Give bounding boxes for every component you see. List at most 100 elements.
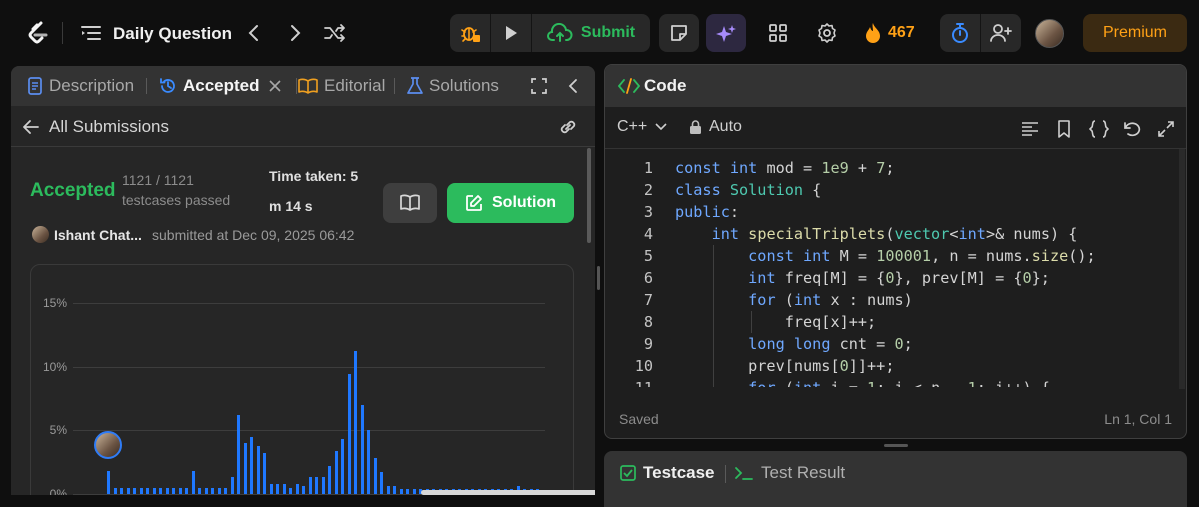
- submit-button[interactable]: Submit: [532, 14, 650, 52]
- post-solution-button[interactable]: Solution: [447, 183, 574, 223]
- runtime-bar[interactable]: [146, 487, 149, 494]
- leetcode-logo[interactable]: [24, 20, 52, 48]
- runtime-bar[interactable]: [237, 415, 240, 494]
- timer-button[interactable]: [940, 14, 980, 52]
- runtime-bar[interactable]: [321, 477, 325, 494]
- line-number: 4: [643, 225, 653, 243]
- runtime-bar[interactable]: [217, 487, 221, 494]
- runtime-bar[interactable]: [282, 483, 286, 494]
- runtime-bar[interactable]: [126, 487, 130, 494]
- arrow-left-icon[interactable]: [22, 119, 40, 135]
- tab-testcase[interactable]: Testcase: [620, 463, 715, 483]
- runtime-bar[interactable]: [334, 450, 338, 494]
- vertical-scrollbar[interactable]: [587, 148, 591, 243]
- expand-button[interactable]: [1156, 119, 1176, 139]
- bookmark-button[interactable]: [1054, 119, 1074, 139]
- problem-list-icon[interactable]: [80, 24, 102, 42]
- reset-code-button[interactable]: [1122, 119, 1142, 139]
- notes-button[interactable]: [659, 14, 699, 52]
- submitter-name[interactable]: Ishant Chat...: [54, 227, 142, 243]
- grid-icon: [769, 24, 787, 42]
- runtime-bar[interactable]: [224, 487, 227, 494]
- braces-button[interactable]: [1089, 119, 1109, 139]
- runtime-bar[interactable]: [276, 483, 279, 494]
- collapse-panel-icon[interactable]: [567, 78, 579, 94]
- run-button[interactable]: [491, 14, 531, 52]
- auto-mode-toggle[interactable]: Auto: [689, 118, 742, 136]
- runtime-bar[interactable]: [256, 445, 260, 494]
- user-avatar[interactable]: [1035, 19, 1064, 48]
- runtime-bar[interactable]: [269, 483, 273, 494]
- runtime-bar[interactable]: [172, 487, 175, 494]
- prev-question-button[interactable]: [241, 20, 267, 46]
- streak-counter[interactable]: 467: [864, 22, 915, 44]
- runtime-bar[interactable]: [113, 487, 117, 494]
- nav-title[interactable]: Daily Question: [113, 24, 232, 44]
- tab-solutions[interactable]: Solutions: [407, 75, 499, 97]
- runtime-bar[interactable]: [393, 486, 396, 494]
- runtime-bar[interactable]: [185, 487, 188, 494]
- runtime-bar[interactable]: [133, 487, 136, 494]
- settings-button[interactable]: [814, 20, 840, 46]
- runtime-bar[interactable]: [412, 488, 416, 494]
- runtime-bar[interactable]: [380, 472, 383, 494]
- ai-assist-button[interactable]: [706, 14, 746, 52]
- runtime-bar[interactable]: [289, 487, 292, 494]
- runtime-bar[interactable]: [354, 351, 357, 494]
- runtime-bar[interactable]: [250, 436, 253, 494]
- runtime-bar[interactable]: [308, 477, 312, 494]
- runtime-bar[interactable]: [107, 471, 110, 494]
- runtime-bar[interactable]: [139, 487, 143, 494]
- my-runtime-marker[interactable]: [94, 431, 122, 459]
- runtime-bar[interactable]: [165, 487, 169, 494]
- runtime-bar[interactable]: [373, 458, 377, 494]
- runtime-bar[interactable]: [302, 486, 305, 494]
- premium-button[interactable]: Premium: [1083, 14, 1187, 52]
- link-icon[interactable]: [557, 117, 579, 137]
- runtime-bar[interactable]: [198, 487, 201, 494]
- code-editor[interactable]: 1 const int mod = 1e9 + 7; 2 class Solution…: [605, 157, 1186, 387]
- runtime-bar[interactable]: [243, 443, 247, 494]
- runtime-bar[interactable]: [360, 404, 364, 494]
- runtime-bar[interactable]: [263, 453, 266, 494]
- fullscreen-icon[interactable]: [531, 78, 547, 94]
- runtime-bar[interactable]: [211, 487, 214, 494]
- language-select[interactable]: C++: [617, 118, 667, 136]
- editorial-button[interactable]: [383, 183, 437, 223]
- horizontal-scrollbar[interactable]: [421, 490, 595, 495]
- code-line: 9 long long cnt = 0;: [605, 333, 1186, 355]
- runtime-bar[interactable]: [295, 483, 299, 494]
- line-text: int specialTriplets(vector<int>& nums) {: [711, 225, 1078, 243]
- tab-editorial[interactable]: Editorial: [298, 75, 385, 97]
- runtime-bar[interactable]: [191, 471, 195, 494]
- runtime-bar[interactable]: [178, 487, 182, 494]
- tab-accepted[interactable]: Accepted: [159, 75, 281, 97]
- runtime-bar[interactable]: [152, 487, 156, 494]
- runtime-bar[interactable]: [315, 477, 318, 494]
- invite-button[interactable]: [981, 14, 1021, 52]
- tab-description[interactable]: Description: [27, 75, 134, 97]
- code-scrollbar[interactable]: [1179, 149, 1185, 389]
- panel-resize-handle[interactable]: [597, 266, 600, 290]
- runtime-bar[interactable]: [204, 487, 208, 494]
- runtime-bar[interactable]: [341, 439, 344, 494]
- tab-test-result[interactable]: Test Result: [734, 463, 845, 483]
- runtime-bar[interactable]: [406, 488, 409, 494]
- vertical-resize-handle[interactable]: [884, 444, 908, 447]
- testcases-label: testcases passed: [122, 192, 231, 208]
- format-button[interactable]: [1020, 119, 1040, 139]
- random-question-button[interactable]: [322, 20, 348, 46]
- runtime-bar[interactable]: [159, 487, 162, 494]
- all-submissions-link[interactable]: All Submissions: [49, 117, 169, 137]
- runtime-bar[interactable]: [347, 374, 351, 494]
- runtime-bar[interactable]: [367, 430, 370, 494]
- layout-button[interactable]: [765, 20, 791, 46]
- runtime-bar[interactable]: [230, 477, 234, 494]
- runtime-bar[interactable]: [386, 486, 390, 494]
- runtime-bar[interactable]: [328, 465, 331, 494]
- runtime-bar[interactable]: [399, 488, 403, 494]
- debug-button[interactable]: [450, 14, 490, 52]
- close-icon[interactable]: [268, 80, 281, 92]
- next-question-button[interactable]: [282, 20, 308, 46]
- runtime-bar[interactable]: [120, 487, 123, 494]
